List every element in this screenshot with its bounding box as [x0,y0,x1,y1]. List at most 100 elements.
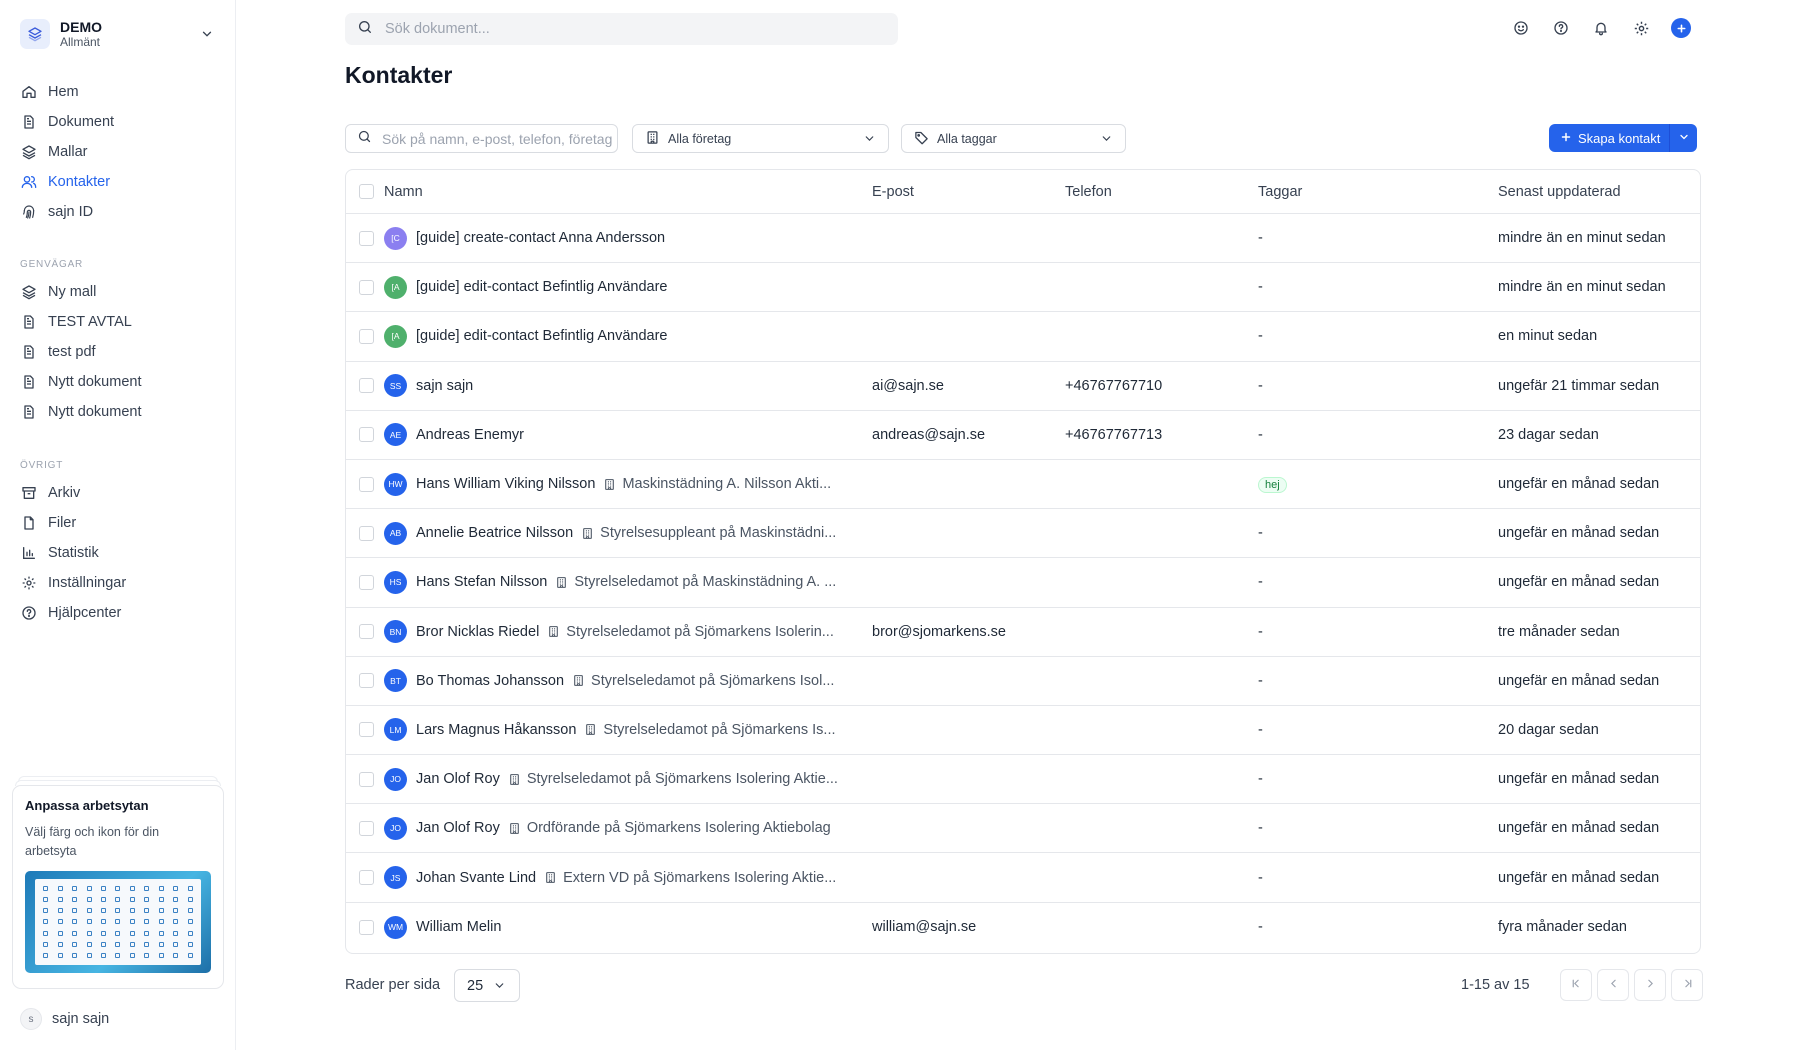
row-checkbox[interactable] [359,427,374,443]
document-search[interactable] [345,13,898,45]
table-row[interactable]: AB Annelie Beatrice Nilsson Styrelsesupp… [346,509,1700,559]
row-checkbox[interactable] [359,820,374,836]
sidebar-item-ny-mall[interactable]: Ny mall [12,277,224,307]
sidebar-item-filer[interactable]: Filer [12,508,224,538]
layers-icon [20,143,38,161]
row-checkbox[interactable] [359,673,374,689]
table-row[interactable]: HS Hans Stefan Nilsson Styrelseledamot p… [346,558,1700,608]
user-menu[interactable]: s sajn sajn [20,1008,109,1030]
contact-search[interactable] [345,124,618,153]
row-checkbox[interactable] [359,624,374,640]
table-row[interactable]: [C [guide] create-contact Anna Andersson… [346,214,1700,264]
table-row[interactable]: JO Jan Olof Roy Ordförande på Sjömarkens… [346,804,1700,854]
tag-filter[interactable]: Alla taggar [901,124,1126,153]
contact-name[interactable]: Hans William Viking Nilsson [416,476,595,492]
sidebar-item-hjälpcenter[interactable]: Hjälpcenter [12,598,224,628]
row-checkbox[interactable] [359,919,374,935]
table-row[interactable]: JO Jan Olof Roy Styrelseledamot på Sjöma… [346,755,1700,805]
contact-name[interactable]: [guide] edit-contact Befintlig Användare [416,279,668,295]
sidebar-item-nytt-dokument[interactable]: Nytt dokument [12,397,224,427]
sidebar-item-kontakter[interactable]: Kontakter [12,167,224,197]
contact-name[interactable]: sajn sajn [416,378,473,394]
contact-name[interactable]: Annelie Beatrice Nilsson [416,525,573,541]
contact-name[interactable]: [guide] edit-contact Befintlig Användare [416,328,668,344]
sidebar-item-inställningar[interactable]: Inställningar [12,568,224,598]
header-updated[interactable]: Senast uppdaterad [1498,184,1700,200]
table-row[interactable]: WM William Melin william@sajn.se - fyra … [346,903,1700,952]
add-button[interactable] [1670,17,1692,39]
grid-glyph [158,919,164,925]
table-row[interactable]: AE Andreas Enemyr andreas@sajn.se +46767… [346,411,1700,460]
sidebar-item-mallar[interactable]: Mallar [12,137,224,167]
table-row[interactable]: SS sajn sajn ai@sajn.se +46767767710 - u… [346,362,1700,411]
header-name[interactable]: Namn [384,184,872,200]
row-checkbox[interactable] [359,230,374,246]
grid-glyph [115,908,121,914]
next-page-button[interactable] [1634,969,1666,1001]
row-checkbox[interactable] [359,328,374,344]
table-row[interactable]: HW Hans William Viking Nilsson Maskinstä… [346,460,1700,510]
document-search-input[interactable] [385,21,865,37]
create-contact-label: Skapa kontakt [1578,130,1661,146]
table-row[interactable]: BT Bo Thomas Johansson Styrelseledamot p… [346,657,1700,706]
grid-glyph [144,930,150,936]
sidebar-item-hem[interactable]: Hem [12,77,224,107]
contact-cell: HW Hans William Viking Nilsson Maskinstä… [384,472,872,496]
help-icon[interactable] [1550,17,1572,39]
row-checkbox[interactable] [359,771,374,787]
contact-name[interactable]: Johan Svante Lind [416,870,536,886]
row-checkbox[interactable] [359,870,374,886]
customize-workspace-card[interactable]: Anpassa arbetsytan Välj färg och ikon fö… [12,785,224,989]
first-page-button[interactable] [1560,969,1592,1001]
header-phone[interactable]: Telefon [1065,184,1258,200]
bell-icon[interactable] [1590,17,1612,39]
avatar: [A [384,324,407,348]
company-filter[interactable]: Alla företag [632,124,889,153]
row-checkbox[interactable] [359,525,374,541]
smiley-icon[interactable] [1510,17,1532,39]
select-all-checkbox[interactable] [359,184,374,199]
sidebar-item-test-pdf[interactable]: test pdf [12,337,224,367]
create-contact-button[interactable]: Skapa kontakt [1549,124,1669,152]
sidebar-item-label: Nytt dokument [48,374,142,390]
table-row[interactable]: BN Bror Nicklas Riedel Styrelseledamot p… [346,608,1700,657]
contact-name[interactable]: Bror Nicklas Riedel [416,624,539,640]
header-email[interactable]: E-post [872,184,1065,200]
sidebar-item-test-avtal[interactable]: TEST AVTAL [12,307,224,337]
other-heading: ÖVRIGT [20,459,64,471]
gear-icon[interactable] [1630,17,1652,39]
rows-per-page-select[interactable]: 25 [454,969,520,1002]
row-checkbox[interactable] [359,279,374,295]
row-checkbox[interactable] [359,722,374,738]
last-page-button[interactable] [1671,969,1703,1001]
file-icon [20,514,38,532]
header-tags[interactable]: Taggar [1258,184,1498,200]
table-row[interactable]: JS Johan Svante Lind Extern VD på Sjömar… [346,853,1700,903]
sidebar-item-statistik[interactable]: Statistik [12,538,224,568]
workspace-switcher[interactable]: DEMO Allmänt [20,14,216,54]
sidebar-item-nytt-dokument[interactable]: Nytt dokument [12,367,224,397]
table-row[interactable]: [A [guide] edit-contact Befintlig Använd… [346,263,1700,313]
contact-name[interactable]: Lars Magnus Håkansson [416,722,576,738]
create-contact-menu-button[interactable] [1669,124,1697,152]
contact-name[interactable]: [guide] create-contact Anna Andersson [416,230,665,246]
contact-name[interactable]: Jan Olof Roy [416,771,500,787]
grid-glyph [72,930,78,936]
contact-name[interactable]: Bo Thomas Johansson [416,673,564,689]
contact-search-input[interactable] [382,130,612,147]
contact-name[interactable]: Andreas Enemyr [416,427,524,443]
contact-name[interactable]: William Melin [416,919,501,935]
row-checkbox[interactable] [359,574,374,590]
sidebar-item-sajn-id[interactable]: sajn ID [12,197,224,227]
grid-glyph [72,919,78,925]
sidebar-item-dokument[interactable]: Dokument [12,107,224,137]
table-row[interactable]: LM Lars Magnus Håkansson Styrelseledamot… [346,706,1700,756]
previous-page-button[interactable] [1597,969,1629,1001]
building-icon [555,576,568,589]
sidebar-item-arkiv[interactable]: Arkiv [12,478,224,508]
row-checkbox[interactable] [359,378,374,394]
contact-name[interactable]: Jan Olof Roy [416,820,500,836]
table-row[interactable]: [A [guide] edit-contact Befintlig Använd… [346,312,1700,362]
contact-name[interactable]: Hans Stefan Nilsson [416,574,547,590]
row-checkbox[interactable] [359,476,374,492]
